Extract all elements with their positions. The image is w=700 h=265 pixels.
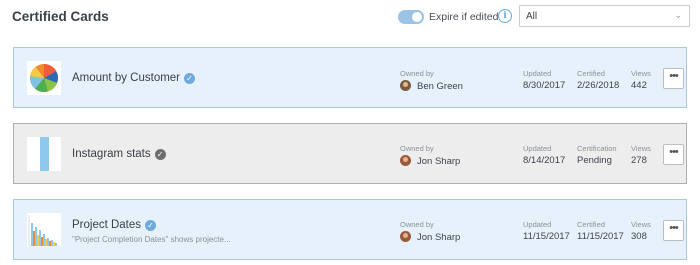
owner-label: Owned by	[400, 220, 434, 229]
card-name[interactable]: Amount by Customer ✓	[72, 72, 196, 84]
views-label: Views	[631, 144, 651, 153]
owner: Jon Sharp	[400, 231, 460, 243]
certified-value: 11/15/2017	[577, 231, 624, 242]
owner: Jon Sharp	[400, 155, 460, 167]
views-value: 278	[631, 155, 647, 166]
owner: Ben Green	[400, 80, 463, 92]
certified-check-icon: ✓	[154, 149, 166, 160]
page-title: Certified Cards	[12, 9, 109, 24]
views-value: 308	[631, 231, 647, 242]
updated-value: 11/15/2017	[523, 231, 570, 242]
card-instagram-stats[interactable]: Instagram stats ✓ Owned by Jon Sharp Upda…	[13, 123, 687, 184]
certified-label: Certified	[577, 220, 605, 229]
certification-value: Pending	[577, 155, 612, 166]
more-options-button[interactable]: •••	[663, 144, 684, 165]
updated-label: Updated	[523, 69, 552, 78]
views-value: 442	[631, 80, 647, 91]
expire-toggle-label: Expire if edited	[429, 11, 499, 23]
histogram-thumbnail	[27, 213, 61, 247]
avatar	[400, 155, 411, 166]
more-options-button[interactable]: •••	[663, 68, 684, 89]
expire-toggle[interactable]	[398, 10, 424, 24]
avatar	[400, 231, 411, 242]
bar-chart-thumbnail	[27, 137, 61, 171]
updated-value: 8/14/2017	[523, 155, 566, 166]
info-icon[interactable]: i	[498, 9, 512, 23]
certified-check-icon: ✓	[145, 220, 157, 231]
card-amount-by-customer[interactable]: Amount by Customer ✓ Owned by Ben Green U…	[13, 47, 687, 108]
filter-select[interactable]: All ⌄	[519, 5, 690, 27]
owner-label: Owned by	[400, 69, 434, 78]
chevron-down-icon: ⌄	[674, 10, 682, 20]
updated-value: 8/30/2017	[523, 80, 566, 91]
header: Certified Cards Expire if edited i All ⌄	[0, 0, 700, 36]
card-description: "Project Completion Dates" shows project…	[72, 235, 231, 244]
card-project-dates[interactable]: Project Dates ✓ "Project Completion Dates…	[13, 199, 687, 260]
card-name[interactable]: Instagram stats ✓	[72, 148, 166, 160]
views-label: Views	[631, 69, 651, 78]
certification-label: Certification	[577, 144, 617, 153]
updated-label: Updated	[523, 220, 552, 229]
certified-label: Certified	[577, 69, 605, 78]
views-label: Views	[631, 220, 651, 229]
avatar	[400, 80, 411, 91]
filter-select-value: All	[526, 11, 538, 22]
certified-value: 2/26/2018	[577, 80, 620, 91]
updated-label: Updated	[523, 144, 552, 153]
certified-check-icon: ✓	[184, 73, 196, 84]
pie-chart-thumbnail	[27, 61, 61, 95]
more-options-button[interactable]: •••	[663, 220, 684, 241]
card-name[interactable]: Project Dates ✓	[72, 219, 157, 231]
owner-label: Owned by	[400, 144, 434, 153]
